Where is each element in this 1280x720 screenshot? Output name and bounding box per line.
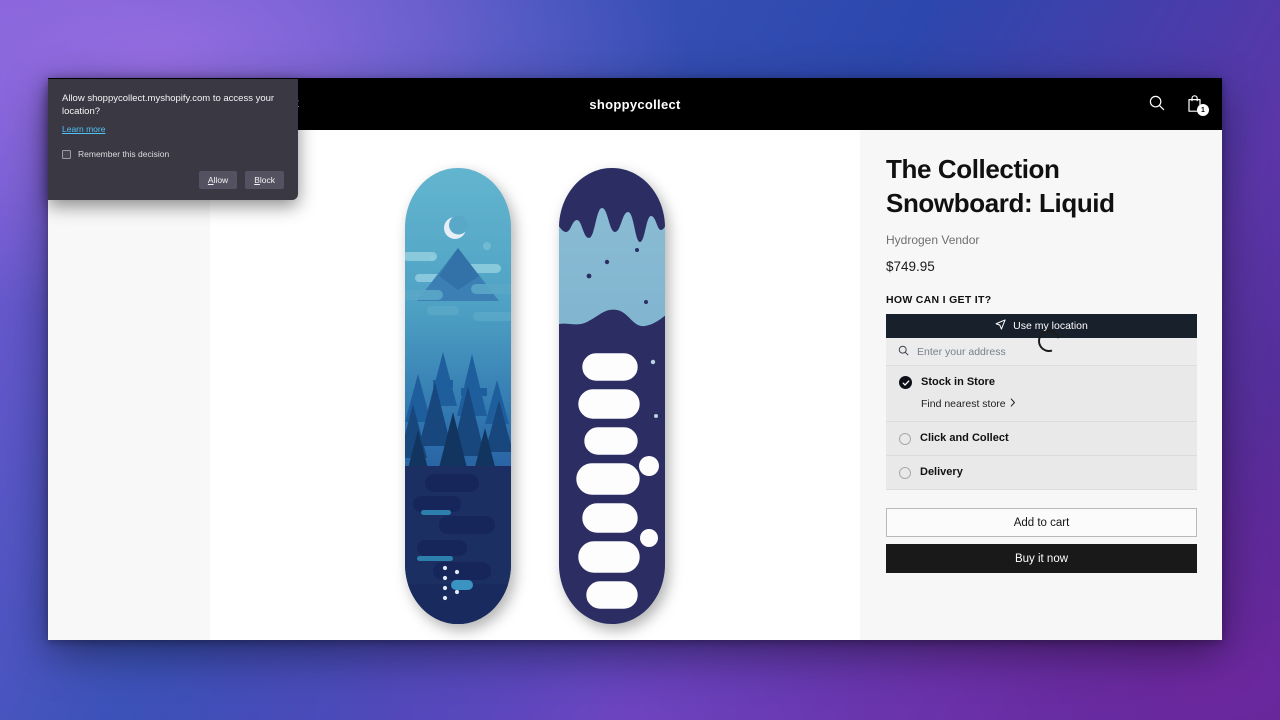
radio-unselected-icon — [899, 467, 911, 479]
product-gallery — [210, 130, 860, 640]
remember-decision-label: Remember this decision — [78, 149, 170, 159]
fulfillment-option-delivery[interactable]: Delivery — [886, 456, 1197, 490]
page-body: The Collection Snowboard: Liquid Hydroge… — [48, 130, 1222, 640]
shopping-bag-icon[interactable]: 1 — [1186, 94, 1209, 116]
find-nearest-store-link[interactable]: Find nearest store — [921, 398, 1016, 410]
learn-more-link[interactable]: Learn more — [62, 124, 105, 134]
left-gutter — [48, 130, 210, 640]
radio-selected-icon — [899, 376, 912, 389]
option-label: Click and Collect — [920, 432, 1009, 444]
fulfillment-heading: HOW CAN I GET IT? — [886, 294, 992, 306]
option-label: Delivery — [920, 466, 963, 478]
product-info-panel: The Collection Snowboard: Liquid Hydroge… — [860, 130, 1222, 640]
search-icon — [898, 343, 909, 361]
chevron-right-icon — [1010, 398, 1016, 410]
purchase-actions: Add to cart Buy it now — [886, 508, 1197, 573]
permission-dialog-buttons: Allow Block — [62, 171, 284, 189]
navigation-arrow-icon — [995, 319, 1006, 333]
fulfillment-widget: Use my location Enter your address Stock… — [886, 314, 1197, 490]
search-icon[interactable] — [1148, 94, 1166, 114]
checkbox-icon[interactable] — [62, 149, 71, 159]
allow-button[interactable]: Allow — [198, 171, 238, 189]
snowboard-image-liquid[interactable] — [553, 166, 671, 626]
option-label: Stock in Store — [921, 376, 995, 388]
block-label-rest: lock — [259, 175, 275, 185]
radio-unselected-icon — [899, 433, 911, 445]
allow-label-rest: llow — [213, 175, 229, 185]
remember-decision-checkbox-row[interactable]: Remember this decision — [62, 149, 284, 159]
header-actions: 1 — [1148, 78, 1209, 130]
geolocation-permission-dialog: Allow shoppycollect.myshopify.com to acc… — [48, 79, 298, 200]
product-title: The Collection Snowboard: Liquid — [886, 154, 1115, 218]
product-price: $749.95 — [886, 259, 935, 274]
fulfillment-option-click-and-collect[interactable]: Click and Collect — [886, 422, 1197, 456]
snowboard-image-forest[interactable] — [399, 166, 517, 626]
find-nearest-store-label: Find nearest store — [921, 398, 1006, 410]
permission-dialog-title: Allow shoppycollect.myshopify.com to acc… — [62, 93, 275, 117]
fulfillment-option-stock-in-store[interactable]: Stock in Store Find nearest store — [886, 366, 1197, 422]
block-button[interactable]: Block — [245, 171, 284, 189]
product-vendor: Hydrogen Vendor — [886, 233, 980, 247]
add-to-cart-button[interactable]: Add to cart — [886, 508, 1197, 537]
cart-count-badge: 1 — [1197, 104, 1209, 116]
buy-it-now-button[interactable]: Buy it now — [886, 544, 1197, 573]
